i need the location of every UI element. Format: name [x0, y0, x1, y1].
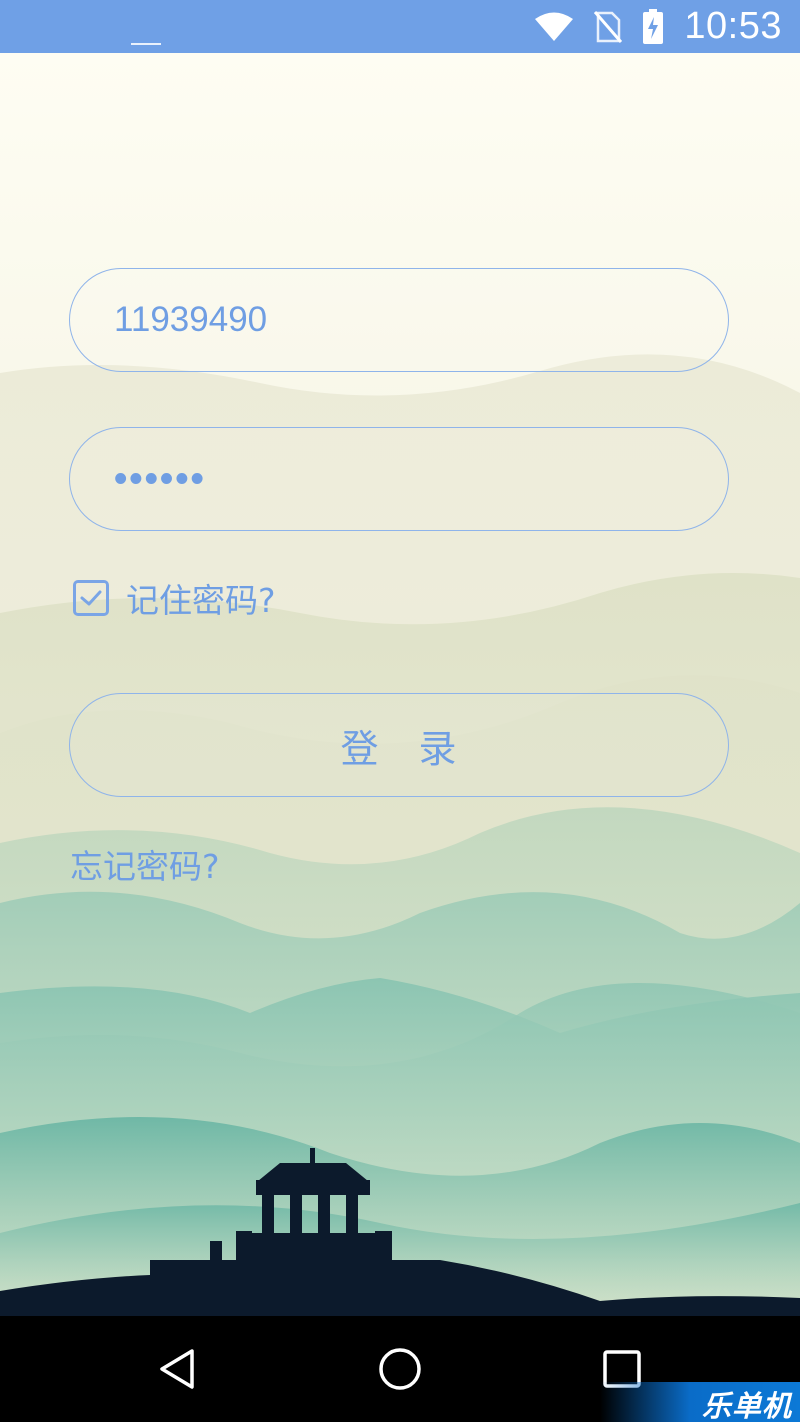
checkmark-icon	[80, 590, 102, 606]
remember-password-row[interactable]: 记住密码?	[73, 575, 276, 621]
username-field[interactable]	[69, 268, 729, 372]
back-icon	[160, 1349, 194, 1389]
login-screen: 10:53 11939490 •••••• 记住密码? 登 录 忘记密码? 乐单…	[0, 0, 800, 1422]
wifi-icon	[534, 12, 574, 42]
notification-indicator	[131, 43, 161, 45]
watermark-logo: 乐单机	[600, 1382, 800, 1422]
home-icon	[379, 1348, 421, 1390]
back-button[interactable]	[123, 1316, 233, 1422]
watermark-text: 乐单机	[701, 1389, 792, 1422]
status-icons: 10:53	[534, 0, 782, 53]
username-input[interactable]	[114, 269, 674, 371]
password-field[interactable]	[69, 427, 729, 531]
status-time: 10:53	[684, 5, 782, 47]
forgot-password-link[interactable]: 忘记密码?	[70, 840, 220, 888]
mountain-background	[0, 53, 800, 1316]
no-sim-icon	[594, 10, 623, 43]
status-bar: 10:53	[0, 0, 800, 53]
remember-password-checkbox[interactable]	[73, 580, 109, 616]
battery-charging-icon	[642, 8, 664, 45]
login-button[interactable]: 登 录	[69, 693, 729, 797]
home-button[interactable]	[345, 1316, 455, 1422]
password-input[interactable]	[114, 428, 674, 530]
remember-password-label: 记住密码?	[126, 581, 276, 620]
